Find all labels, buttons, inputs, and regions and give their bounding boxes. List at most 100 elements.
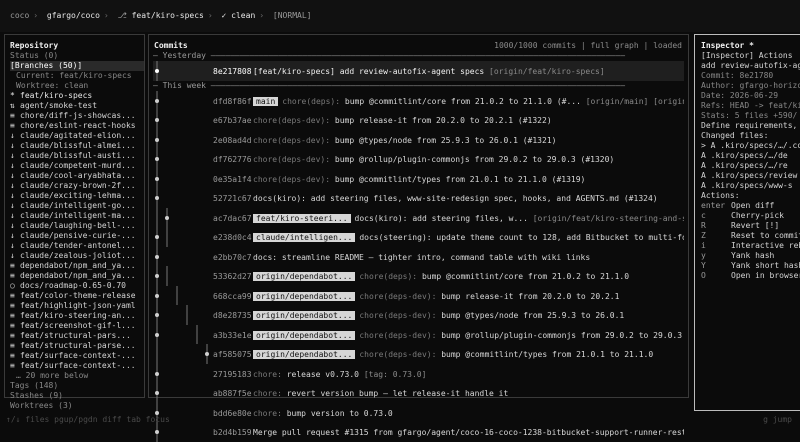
changed-files-label: Changed files: <box>701 131 769 140</box>
action-item[interactable]: R Revert [!] <box>701 221 800 231</box>
remote-refs: [origin/main] [origin/HEAD] <box>585 96 684 106</box>
commit-row[interactable]: dfd8f86f main chore(deps): bump @commitlin… <box>153 90 684 110</box>
changed-file-item[interactable]: A .kiro/specs/review <box>701 171 800 181</box>
branch-label: claude/crazy-brown-2f... <box>20 181 136 190</box>
branch-item[interactable]: ↓ claude/zealous-joliot... <box>10 251 144 261</box>
commit-message: Merge pull request #1315 from gfargo/age… <box>253 428 684 438</box>
commit-row[interactable]: df762776 chore(deps-dev): bump @rollup/pl… <box>153 149 684 169</box>
branch-item[interactable]: ↓ claude/tender-antonel... <box>10 241 144 251</box>
action-item[interactable]: i Interactive reba <box>701 241 800 251</box>
commit-row[interactable]: 8e217808 [feat/kiro-specs] add review-aut… <box>153 61 684 81</box>
branch-item[interactable]: ≡ feat/screenshot-gif-l... <box>10 321 144 331</box>
changed-file-item[interactable]: A .kiro/specs/…/de <box>701 151 800 161</box>
branch-item[interactable]: ≡ chore/eslint-react-hooks <box>10 121 144 131</box>
branch-label: claude/cool-aryabhata... <box>20 171 136 180</box>
changed-file-item[interactable]: > A .kiro/specs/…/.co <box>701 141 800 151</box>
commit-message: origin/dependabot... chore(deps-dev): bum… <box>253 291 619 302</box>
commit-row[interactable]: 2e08ad4d chore(deps-dev): bump @types/nod… <box>153 129 684 149</box>
stashes-section[interactable]: Stashes (9) <box>10 391 144 401</box>
commit-row[interactable]: 27195183 chore: release v0.73.0 [tag: 0.7… <box>153 363 684 383</box>
branch-name[interactable]: feat/kiro-specs <box>132 11 204 21</box>
ref-badge[interactable]: origin/dependabot... <box>253 311 356 320</box>
commit-node <box>205 352 209 356</box>
branch-item[interactable]: ↓ claude/blissful-almei... <box>10 141 144 151</box>
commit-row[interactable]: e238d0c4 claude/intelligen... docs(steerin… <box>153 227 684 247</box>
ref-badge[interactable]: claude/intelligen... <box>253 233 356 242</box>
branch-status-icon: ↓ <box>10 191 15 200</box>
branch-item[interactable]: ↓ claude/exciting-lehma... <box>10 191 144 201</box>
commit-row[interactable]: d8e28735 origin/dependabot... chore(deps-d… <box>153 305 684 325</box>
commit-subject: docs(kiro): add steering files, w... <box>354 213 528 223</box>
branch-item[interactable]: ↓ claude/cool-aryabhata... <box>10 171 144 181</box>
commit-hash: ab887f5e <box>213 389 252 398</box>
branch-item[interactable]: ○ docs/roadmap-0.65-0.70 <box>10 281 144 291</box>
commit-node <box>155 137 159 142</box>
action-item[interactable]: y Yank hash <box>701 251 800 261</box>
section-this-week: — This week ————————————————————————————… <box>153 80 626 90</box>
branch-item[interactable]: ↓ claude/pensive-curie-... <box>10 231 144 241</box>
changed-file-item[interactable]: A .kiro/specs/www-s <box>701 181 800 191</box>
commit-subject: release v0.73.0 <box>286 369 359 379</box>
action-item[interactable]: Z Reset to commit <box>701 231 800 241</box>
changed-file-item[interactable]: A .kiro/specs/…/re <box>701 161 800 171</box>
action-item[interactable]: O Open in browser <box>701 271 800 281</box>
branch-label: feat/surface-context-... <box>20 361 136 370</box>
branch-item[interactable]: ≡ feat/structural-pars... <box>10 331 144 341</box>
more-branches[interactable]: … 20 more below <box>10 371 144 381</box>
inspector-tabs[interactable]: [Inspector] Actions <box>701 51 800 61</box>
branch-label: claude/blissful-almei... <box>20 141 136 150</box>
branch-item[interactable]: ≡ feat/surface-context-... <box>10 361 144 371</box>
branches-section[interactable]: [Branches (50)] <box>10 61 144 71</box>
branch-item[interactable]: ⇅ agent/smoke-test <box>10 101 144 111</box>
commit-row[interactable]: e2bb70c7 docs: streamline README — tighte… <box>153 246 684 266</box>
ref-badge[interactable]: origin/dependabot... <box>253 272 356 281</box>
panel-title: Repository <box>10 41 59 50</box>
ref-badge[interactable]: feat/kiro-steeri... <box>253 213 351 223</box>
commit-row[interactable]: 0e35a1f4 chore(deps-dev): bump @commitlin… <box>153 168 684 188</box>
branch-item[interactable]: ≡ dependabot/npm_and_ya... <box>10 261 144 271</box>
commit-row[interactable]: ac7dac67 feat/kiro-steeri... docs(kiro): a… <box>153 207 684 227</box>
branch-item[interactable]: ≡ feat/highlight-json-yaml <box>10 301 144 311</box>
branch-item[interactable]: ≡ dependabot/npm_and_ya... <box>10 271 144 281</box>
branch-label: claude/intelligent-ma... <box>20 211 136 220</box>
branch-label: claude/blissful-austi... <box>20 151 136 160</box>
branch-item[interactable]: ≡ feat/color-theme-release <box>10 291 144 301</box>
ref-badge[interactable]: main <box>253 96 279 106</box>
ref-badge[interactable]: origin/dependabot... <box>253 291 356 301</box>
commit-row[interactable]: 53362d27 origin/dependabot... chore(deps):… <box>153 266 684 286</box>
commit-row[interactable]: 52721c67 docs(kiro): add steering files, … <box>153 188 684 208</box>
worktrees-section[interactable]: Worktrees (3) <box>10 401 144 411</box>
commit-row[interactable]: 668cca99 origin/dependabot... chore(deps-d… <box>153 285 684 305</box>
action-item[interactable]: Y Yank short hash <box>701 261 800 271</box>
commit-row[interactable]: af585075 origin/dependabot... chore(deps-d… <box>153 344 684 364</box>
commit-row[interactable]: e67b37ae chore(deps-dev): bump release-it… <box>153 110 684 130</box>
branch-item[interactable]: ≡ feat/surface-context-... <box>10 351 144 361</box>
branch-item[interactable]: ↓ claude/blissful-austi... <box>10 151 144 161</box>
action-item[interactable]: enter Open diff <box>701 201 800 211</box>
ref-badge[interactable]: origin/dependabot... <box>253 330 356 340</box>
repo-name[interactable]: gfargo/coco <box>47 11 100 21</box>
branch-item[interactable]: ↓ claude/laughing-bell-... <box>10 221 144 231</box>
branch-item[interactable]: * feat/kiro-specs <box>10 91 144 101</box>
commit-hash: 668cca99 <box>213 291 252 301</box>
actions-label: Actions: <box>701 191 740 200</box>
branch-item[interactable]: ↓ claude/competent-murd... <box>10 161 144 171</box>
branch-item[interactable]: ≡ feat/structural-parse... <box>10 341 144 351</box>
status-section[interactable]: Status (0) <box>10 51 144 61</box>
commit-status: 1000/1000 commits | full graph | loaded <box>494 41 682 50</box>
commit-row[interactable]: ab887f5e chore: revert version bump — let… <box>153 383 684 403</box>
branch-item[interactable]: ≡ chore/diff-js-showcas... <box>10 111 144 121</box>
branch-item[interactable]: ↓ claude/crazy-brown-2f... <box>10 181 144 191</box>
branch-item[interactable]: ↓ claude/intelligent-ma... <box>10 211 144 221</box>
ref-badge[interactable]: origin/dependabot... <box>253 350 356 359</box>
footer-hint-right: g jump <box>763 415 792 424</box>
branch-status-icon: ↓ <box>10 161 15 170</box>
branch-item[interactable]: ≡ feat/kiro-steering-an... <box>10 311 144 321</box>
commit-row[interactable]: a3b33e1e origin/dependabot... chore(deps-d… <box>153 324 684 344</box>
branch-item[interactable]: ↓ claude/agitated-elion... <box>10 131 144 141</box>
commit-message: chore(deps-dev): bump @types/node from 2… <box>253 136 556 146</box>
branch-item[interactable]: ↓ claude/intelligent-go... <box>10 201 144 211</box>
commit-node <box>155 254 159 259</box>
action-item[interactable]: c Cherry-pick <box>701 211 800 221</box>
tags-section[interactable]: Tags (148) <box>10 381 144 391</box>
